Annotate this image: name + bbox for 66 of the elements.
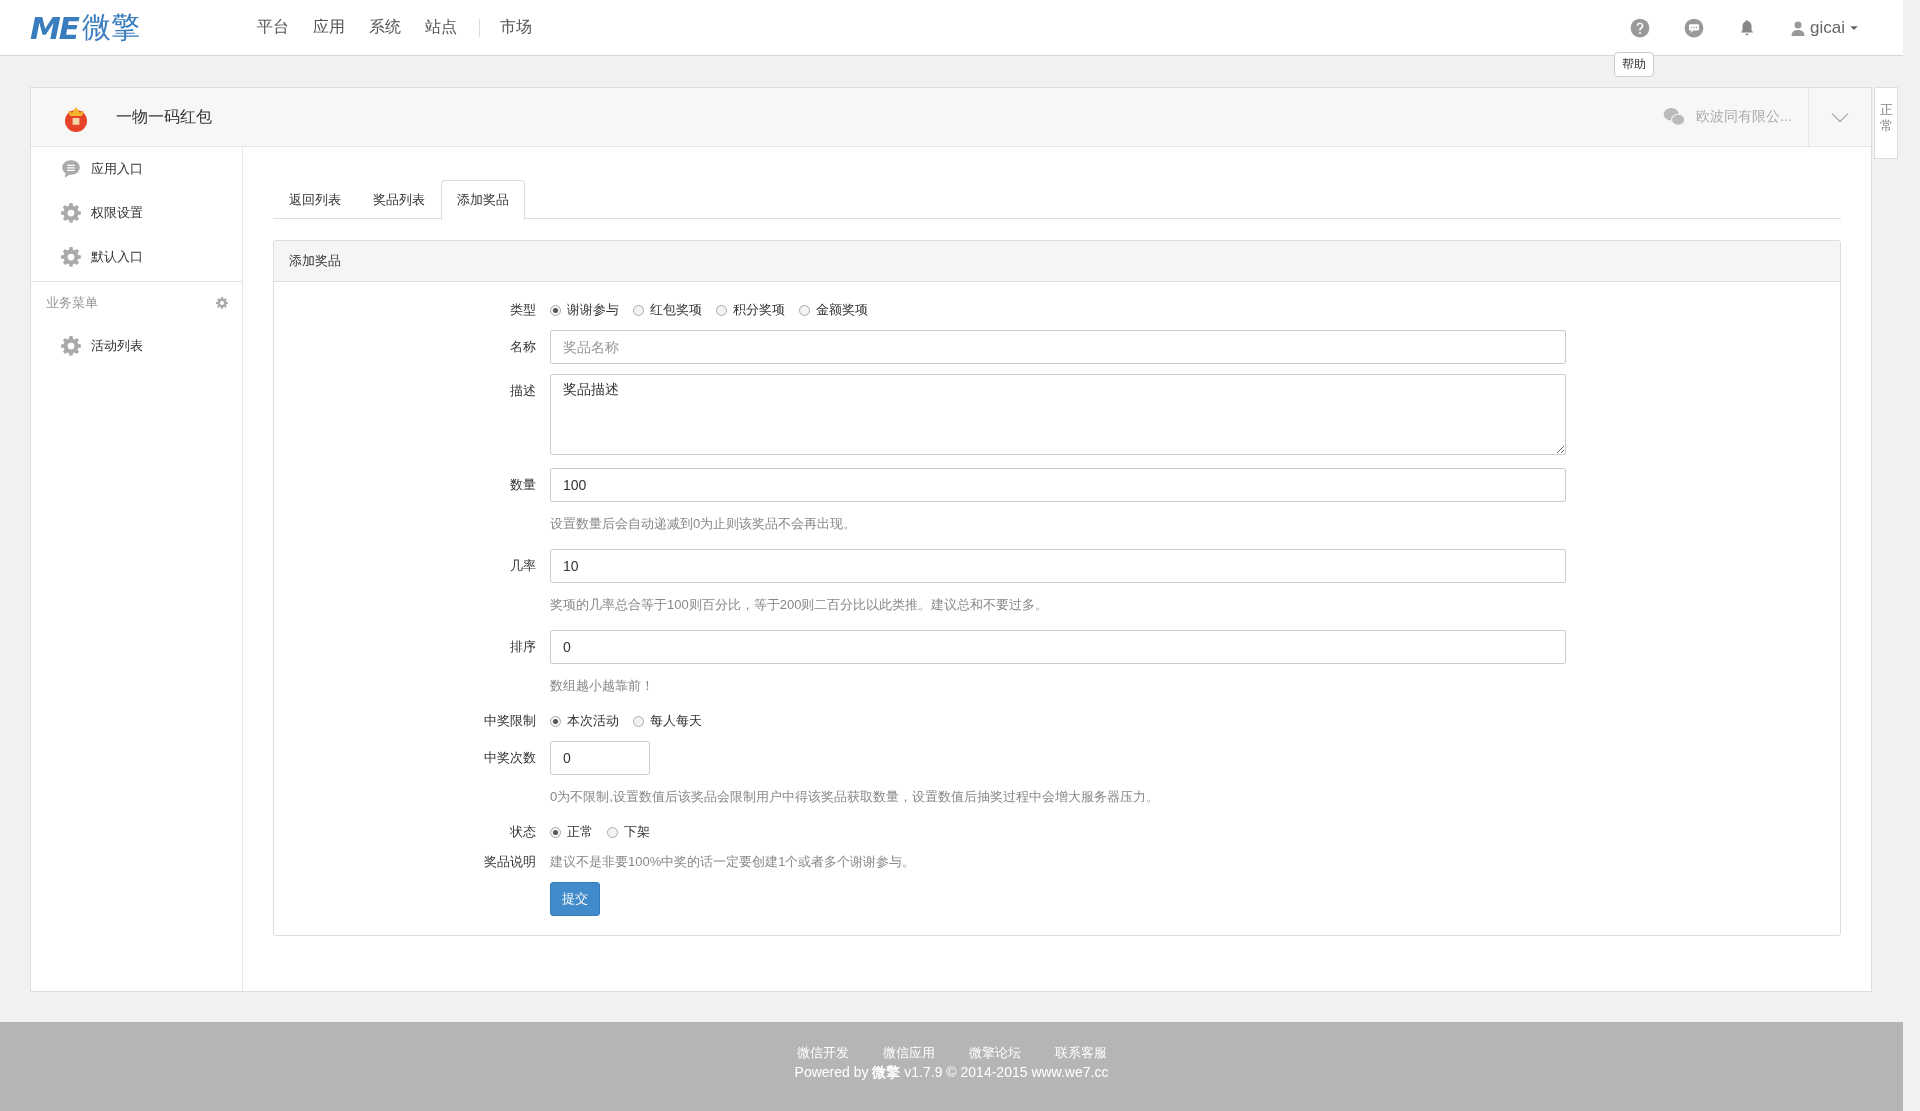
field-label: 名称 (509, 338, 536, 356)
radio-label[interactable]: 每人每天 (650, 712, 702, 730)
radio-button[interactable] (550, 826, 561, 838)
message-icon (1684, 17, 1705, 38)
logo-text: 微擎 (82, 9, 141, 45)
field-label: 类型 (509, 301, 536, 319)
radio-button[interactable] (550, 715, 561, 727)
radio-button[interactable] (716, 304, 727, 316)
radio-button[interactable] (633, 715, 644, 727)
help-text: 数组越小越靠前！ (550, 677, 655, 695)
nav-link[interactable]: 站点 (413, 17, 470, 38)
input-field[interactable]: 10 (550, 549, 1566, 583)
gear-icon (61, 336, 81, 356)
sidebar-item[interactable]: 默认入口 (31, 235, 242, 279)
radio-label[interactable]: 本次活动 (567, 712, 619, 730)
radio-label[interactable]: 金额奖项 (816, 301, 868, 319)
tooltip: 帮助 (1614, 52, 1654, 77)
help-text: 奖项的几率总合等于100则百分比，等于200则二百分比以此类推。建议总和不要过多。 (550, 596, 1050, 614)
radio-button[interactable] (550, 304, 561, 316)
radio-label[interactable]: 谢谢参与 (567, 301, 619, 319)
field-label: 数量 (509, 476, 536, 494)
radio-label[interactable]: 积分奖项 (733, 301, 785, 319)
field-label: 几率 (509, 557, 536, 575)
radio-label[interactable]: 下架 (624, 823, 650, 841)
field-label: 奖品说明 (483, 853, 536, 871)
tab[interactable]: 返回列表 (273, 180, 357, 219)
gear-icon (61, 247, 81, 267)
panel-title: 添加奖品 (274, 241, 1840, 282)
help-icon (1630, 17, 1651, 38)
copyright-text: Powered by 微擎 v1.7.9 © 2014-2015 www.we7.cc (794, 1064, 1109, 1082)
help-text: 设置数量后会自动递减到0为止则该奖品不会再出现。 (550, 515, 858, 533)
field-label: 排序 (509, 638, 536, 656)
nav-link[interactable]: 平台 (245, 17, 302, 38)
textarea-field[interactable]: 奖品描述 (550, 374, 1566, 455)
tab[interactable]: 添加奖品 (441, 180, 525, 220)
field-label: 状态 (509, 823, 536, 841)
field-label: 中奖次数 (483, 749, 536, 767)
nav-link[interactable]: 系统 (357, 17, 414, 38)
logo-mark: ME (30, 9, 79, 46)
radio-button[interactable] (633, 304, 644, 316)
nav-link[interactable]: 市场 (488, 17, 545, 38)
chat-icon (61, 159, 81, 179)
radio-button[interactable] (799, 304, 810, 316)
sidebar-item[interactable]: 活动列表 (31, 324, 242, 368)
help-text: 0为不限制,设置数值后该奖品会限制用户中得该奖品获取数量，设置数值后抽奖过程中会增大服务器压力。 (550, 788, 1160, 806)
app-title: 一物一码红包 (116, 106, 212, 127)
submit-button[interactable]: 提交 (550, 882, 600, 916)
input-field[interactable]: 100 (550, 468, 1566, 502)
input-field[interactable]: 0 (550, 741, 650, 775)
input-field[interactable]: 奖品名称 (550, 330, 1566, 364)
radio-button[interactable] (607, 826, 618, 838)
radio-label[interactable]: 红包奖项 (650, 301, 702, 319)
section-heading: 业务菜单 (46, 294, 98, 312)
gear-icon (61, 203, 81, 223)
sidebar-item[interactable]: 权限设置 (31, 191, 242, 235)
tab[interactable]: 奖品列表 (357, 180, 441, 219)
input-field[interactable]: 0 (550, 630, 1566, 664)
field-label: 中奖限制 (483, 712, 536, 730)
gear-icon (216, 297, 228, 309)
field-label: 描述 (509, 382, 536, 400)
nav-link[interactable]: 应用 (301, 17, 358, 38)
status-tab[interactable]: 正常 (1874, 87, 1898, 159)
radio-label[interactable]: 正常 (567, 823, 593, 841)
note-text: 建议不是非要100%中奖的话一定要创建1个或者多个谢谢参与。 (550, 853, 917, 871)
sidebar-item[interactable]: 应用入口 (31, 147, 242, 191)
user-menu[interactable]: gicai (1790, 17, 1859, 38)
